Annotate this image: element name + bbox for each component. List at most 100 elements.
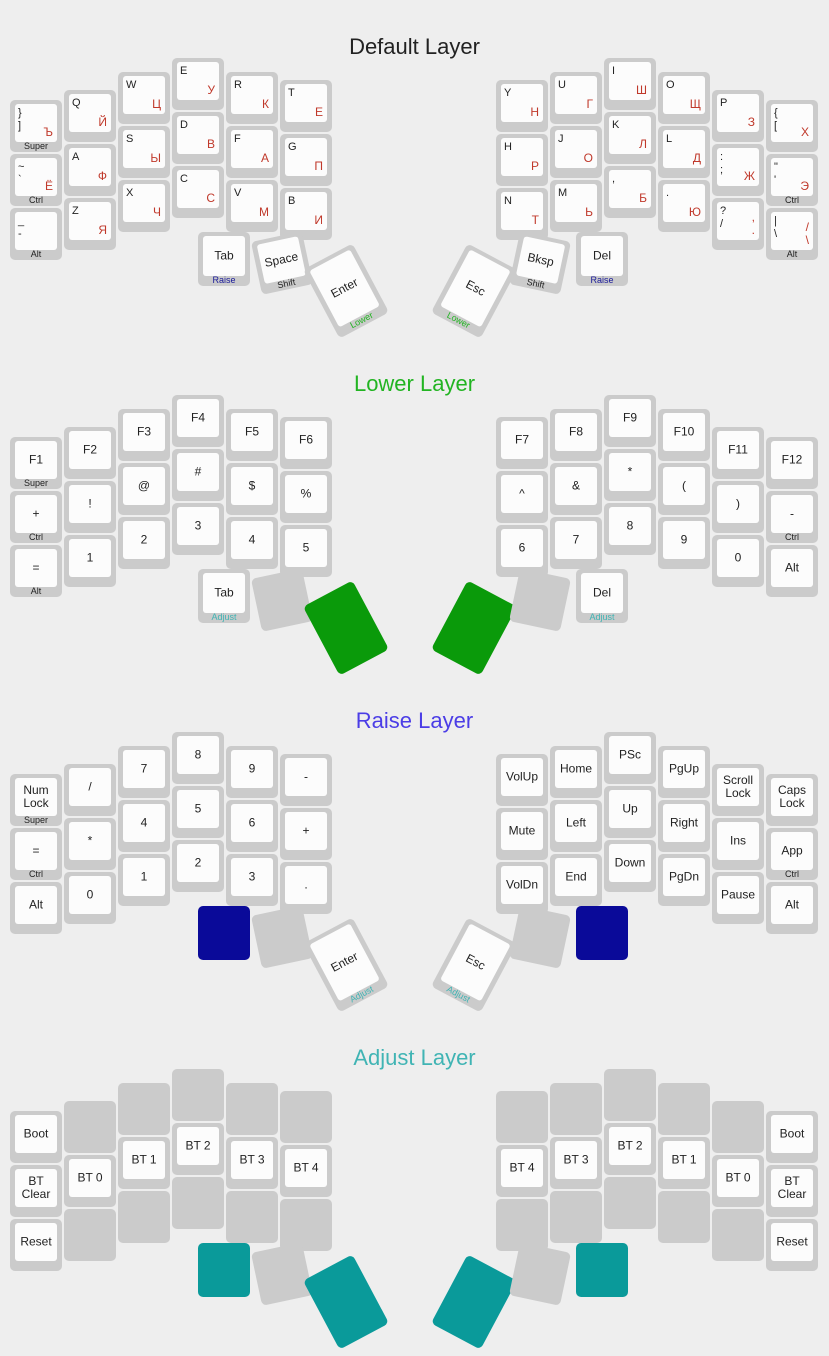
keycap: BT 4	[501, 1149, 543, 1187]
key: IШ	[604, 58, 656, 110]
key-label-cyrillic: О	[583, 151, 593, 165]
key-label-primary: A	[72, 151, 80, 163]
keycap: Caps Lock	[771, 778, 813, 816]
key: Ins	[712, 818, 764, 870]
key: SЫ	[118, 126, 170, 178]
key-hold-label: Raise	[212, 275, 236, 285]
key-label: F8	[568, 424, 583, 439]
key: F9	[604, 395, 656, 447]
key: 2	[118, 517, 170, 569]
keycap: KЛ	[609, 116, 651, 154]
keycap: VolUp	[501, 758, 543, 796]
key: + Ctrl	[10, 491, 62, 543]
key: MЬ	[550, 180, 602, 232]
keycap: CС	[177, 170, 219, 208]
key-label-cyrillic: Т	[531, 213, 539, 227]
key-blank	[250, 1242, 314, 1306]
key: +	[280, 808, 332, 860]
key-label: BT 4	[293, 1160, 319, 1175]
keycap: Alt	[15, 886, 57, 924]
key: : ; Ж	[712, 144, 764, 196]
keycap: 5	[177, 790, 219, 828]
key: ? / , .	[712, 198, 764, 250]
layer-key-filled	[430, 580, 518, 676]
key: WЦ	[118, 72, 170, 124]
key: ^	[496, 471, 548, 523]
key: Left	[550, 800, 602, 852]
keycap: Num Lock	[15, 778, 57, 816]
key: F6	[280, 417, 332, 469]
key-label: F10	[673, 424, 695, 439]
key-label-primary: H	[504, 141, 512, 153]
key-label: 5	[194, 801, 202, 816]
key: @	[118, 463, 170, 515]
key: /	[64, 764, 116, 816]
key: FА	[226, 126, 278, 178]
key-label: Home	[559, 761, 592, 776]
key-label: Enter	[328, 274, 361, 301]
key: F4	[172, 395, 224, 447]
keycap: XЧ	[123, 184, 165, 222]
key-label: Boot	[779, 1126, 805, 1141]
key: 7	[550, 517, 602, 569]
keycap: F4	[177, 399, 219, 437]
keycap: Boot	[15, 1115, 57, 1153]
keycap: 3	[177, 507, 219, 545]
key-label-cyrillic: С	[206, 191, 215, 205]
key-label: Caps Lock	[777, 783, 806, 810]
key-label: 0	[86, 887, 94, 902]
key: Caps Lock	[766, 774, 818, 826]
layer-title: Adjust Layer	[353, 1045, 476, 1070]
key-label-cyrillic: Я	[98, 223, 107, 237]
keycap: GП	[285, 138, 327, 176]
keycap: BT 1	[123, 1141, 165, 1179]
keycap: PSc	[609, 736, 651, 774]
key-label: PSc	[618, 747, 641, 762]
key: KЛ	[604, 112, 656, 164]
key-label: -	[304, 769, 308, 784]
keycap: BT 1	[663, 1141, 705, 1179]
key-label-primary: V	[234, 187, 242, 199]
key: Right	[658, 800, 710, 852]
key-label-cyrillic: Э	[800, 179, 809, 193]
keycap: =	[15, 832, 57, 870]
keycap: BT 3	[231, 1141, 273, 1179]
keycap: PgDn	[663, 858, 705, 896]
key-label: =	[32, 560, 40, 575]
key: 1	[118, 854, 170, 906]
key-label: PgUp	[668, 761, 700, 776]
key-label: 3	[248, 869, 256, 884]
key: Reset	[10, 1219, 62, 1271]
key-label-cyrillic: Ы	[150, 151, 161, 165]
key-label-cyrillic: Б	[639, 191, 647, 205]
keycap: BT 3	[555, 1141, 597, 1179]
key-hold-label: Super	[23, 478, 49, 488]
keycap: !	[69, 485, 111, 523]
key-label-primary: : ;	[720, 151, 724, 176]
key: XЧ	[118, 180, 170, 232]
keycap: TЕ	[285, 84, 327, 122]
key-label: BT 3	[563, 1152, 589, 1167]
key: -	[280, 754, 332, 806]
key-blank	[550, 1083, 602, 1135]
key-label-cyrillic: Ч	[153, 205, 161, 219]
key: Tab Raise	[198, 232, 250, 286]
key-label-primary: I	[612, 65, 616, 77]
keycap: $	[231, 467, 273, 505]
key-label-primary: X	[126, 187, 134, 199]
keycap: Tab	[203, 573, 245, 613]
key-label: F5	[244, 424, 259, 439]
key-label-primary: R	[234, 79, 242, 91]
key-label-primary: ~ `	[18, 161, 25, 186]
keycap: 1	[123, 858, 165, 896]
keycap: Boot	[771, 1115, 813, 1153]
keycap: PgUp	[663, 750, 705, 788]
key: &	[550, 463, 602, 515]
key-label-cyrillic: Г	[586, 97, 594, 111]
key-label-primary: E	[180, 65, 188, 77]
key-label-primary: | \	[774, 215, 778, 240]
key-label: .	[304, 877, 308, 892]
keycap: F3	[123, 413, 165, 451]
key-label: 8	[194, 747, 202, 762]
key: 6	[226, 800, 278, 852]
